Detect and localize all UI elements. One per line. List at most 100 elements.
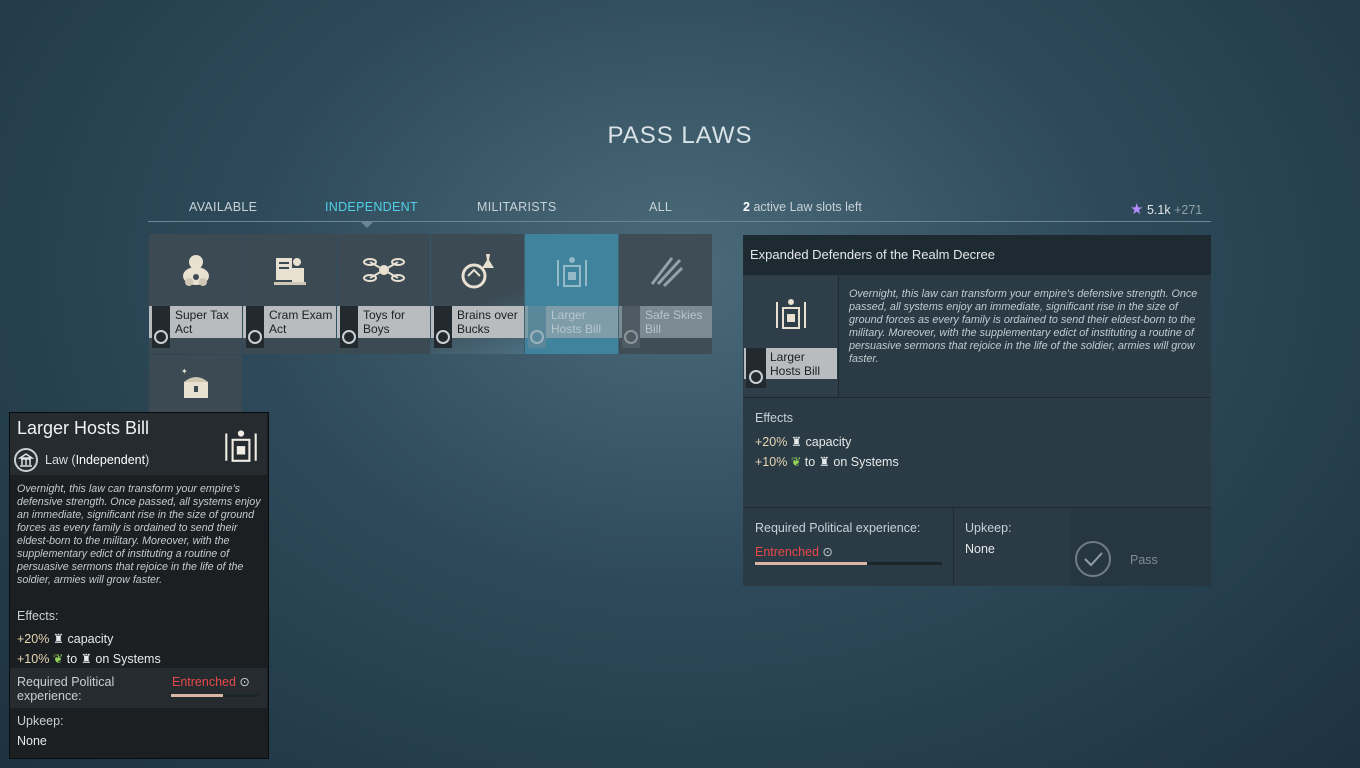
tooltip-experience-bar bbox=[171, 694, 258, 697]
pass-label: Pass bbox=[1130, 553, 1158, 567]
divider bbox=[953, 508, 954, 586]
law-name-line2: Hosts Bill bbox=[770, 364, 821, 378]
scientist-icon bbox=[243, 234, 336, 306]
tab-available[interactable]: AVAILABLE bbox=[189, 200, 257, 214]
svg-text:✦: ✦ bbox=[181, 367, 188, 376]
tab-all[interactable]: ALL bbox=[649, 200, 672, 214]
tooltip-description: Overnight, this law can transform your e… bbox=[17, 483, 261, 586]
active-tab-caret-icon bbox=[360, 221, 374, 228]
ribbon-icon bbox=[340, 306, 358, 348]
army-icon: ♜ bbox=[52, 632, 65, 646]
law-card-toys-for-boys[interactable]: Toys for Boys bbox=[337, 234, 430, 354]
law-name-line1: Cram Exam bbox=[269, 308, 333, 322]
army-icon: ♜ bbox=[790, 435, 803, 449]
tooltip-effect-growth: +10% ❦ to ♜ on Systems bbox=[17, 651, 161, 666]
law-card-safe-skies-bill[interactable]: Safe Skies Bill bbox=[619, 234, 712, 354]
law-card-cram-exam-act[interactable]: Cram Exam Act bbox=[243, 234, 336, 354]
army-icon: ♜ bbox=[818, 455, 830, 469]
law-name-line1: Super Tax bbox=[175, 308, 229, 322]
podium-icon bbox=[744, 276, 837, 348]
influence-star-icon: ★ bbox=[1130, 201, 1144, 218]
drone-icon bbox=[337, 234, 430, 306]
details-law-card: Larger Hosts Bill bbox=[744, 276, 837, 396]
effect-value: +10% bbox=[755, 455, 788, 469]
details-description: Overnight, this law can transform your e… bbox=[849, 288, 1198, 365]
growth-leaf-icon: ❦ bbox=[790, 455, 802, 469]
required-experience-label: Required Political experience: bbox=[755, 521, 921, 535]
law-slots-counter: 2 active Law slots left bbox=[743, 200, 862, 214]
experience-progress-fill bbox=[755, 562, 868, 565]
effect-growth: +10% ❦ to ♜ on Systems bbox=[755, 454, 899, 469]
law-name-line2: Bucks bbox=[457, 322, 490, 336]
law-card-treasure[interactable]: ✦ bbox=[149, 355, 242, 412]
influence-value: 5.1k bbox=[1146, 203, 1171, 217]
divider bbox=[743, 397, 1211, 398]
tab-militarists[interactable]: MILITARISTS bbox=[477, 200, 556, 214]
ribbon-icon bbox=[152, 306, 170, 348]
tooltip-effect-capacity: +20% ♜ capacity bbox=[17, 631, 113, 646]
law-name-line2: Boys bbox=[363, 322, 390, 336]
effect-text: capacity bbox=[805, 435, 852, 449]
tooltip-faction: Independent bbox=[75, 453, 146, 467]
effect-value: +10% bbox=[17, 652, 50, 666]
ribbon-icon bbox=[622, 306, 640, 348]
tooltip-effects-title: Effects: bbox=[17, 609, 59, 623]
podium-icon bbox=[220, 422, 262, 466]
army-icon: ♜ bbox=[80, 652, 92, 666]
law-name-line1: Safe Skies bbox=[645, 308, 703, 322]
tooltip-title: Larger Hosts Bill bbox=[17, 418, 150, 438]
tabs-divider bbox=[148, 221, 1211, 222]
law-card-brains-over-bucks[interactable]: Brains over Bucks bbox=[431, 234, 524, 354]
law-card-larger-hosts-bill[interactable]: Larger Hosts Bill bbox=[525, 234, 618, 354]
tooltip-required-value: Entrenched ⊙ bbox=[172, 674, 250, 689]
required-label-line1: Required Political bbox=[17, 675, 115, 689]
effects-title: Effects bbox=[755, 411, 793, 425]
law-name-line1: Larger bbox=[770, 350, 805, 364]
law-card-super-tax-act[interactable]: Super Tax Act bbox=[149, 234, 242, 354]
tooltip-upkeep-value: None bbox=[17, 734, 47, 748]
effect-value: +20% bbox=[17, 632, 50, 646]
law-badge-icon bbox=[14, 448, 38, 472]
experience-progress-bar bbox=[755, 562, 942, 565]
law-name-line2: Hosts Bill bbox=[551, 322, 602, 336]
required-value-text: Entrenched bbox=[755, 545, 819, 559]
podium-icon bbox=[525, 234, 618, 306]
law-name-line1: Larger bbox=[551, 308, 586, 322]
law-name-line2: Act bbox=[269, 322, 287, 336]
upkeep-value: None bbox=[965, 542, 995, 556]
effect-to: to bbox=[66, 652, 78, 666]
ribbon-icon bbox=[746, 348, 766, 388]
tooltip-type: Law bbox=[45, 453, 68, 467]
missiles-icon bbox=[619, 234, 712, 306]
tooltip-experience-fill bbox=[171, 694, 224, 697]
slots-text: active Law slots left bbox=[753, 200, 862, 214]
ribbon-icon bbox=[434, 306, 452, 348]
tooltip-required-label: Required Political experience: bbox=[17, 675, 114, 703]
law-name-line1: Toys for bbox=[363, 308, 406, 322]
influence-delta: +271 bbox=[1174, 203, 1203, 217]
growth-leaf-icon: ❦ bbox=[52, 652, 64, 666]
effect-text: capacity bbox=[67, 632, 114, 646]
info-circle-icon: ⊙ bbox=[822, 545, 833, 559]
effect-text: on Systems bbox=[95, 652, 161, 666]
flask-icon bbox=[431, 234, 524, 306]
upkeep-label: Upkeep: bbox=[965, 521, 1012, 535]
piggy-bank-icon bbox=[149, 234, 242, 306]
effect-capacity: +20% ♜ capacity bbox=[755, 434, 851, 449]
pass-button[interactable]: Pass bbox=[1071, 508, 1211, 586]
page-title: PASS LAWS bbox=[607, 122, 753, 149]
effect-value: +20% bbox=[755, 435, 788, 449]
effect-text: on Systems bbox=[833, 455, 899, 469]
divider bbox=[838, 276, 839, 396]
law-name-line2: Act bbox=[175, 322, 193, 336]
effect-to: to bbox=[804, 455, 816, 469]
tooltip-upkeep-label: Upkeep: bbox=[17, 714, 64, 728]
info-circle-icon: ⊙ bbox=[239, 675, 250, 689]
required-value-text: Entrenched bbox=[172, 675, 236, 689]
slots-count: 2 bbox=[743, 200, 750, 214]
checkmark-icon bbox=[1075, 541, 1111, 577]
law-name-line2: Bill bbox=[645, 322, 662, 336]
tab-independent[interactable]: INDEPENDENT bbox=[325, 200, 418, 214]
treasure-chest-icon: ✦ bbox=[149, 355, 242, 412]
required-label-line2: experience: bbox=[17, 689, 82, 703]
